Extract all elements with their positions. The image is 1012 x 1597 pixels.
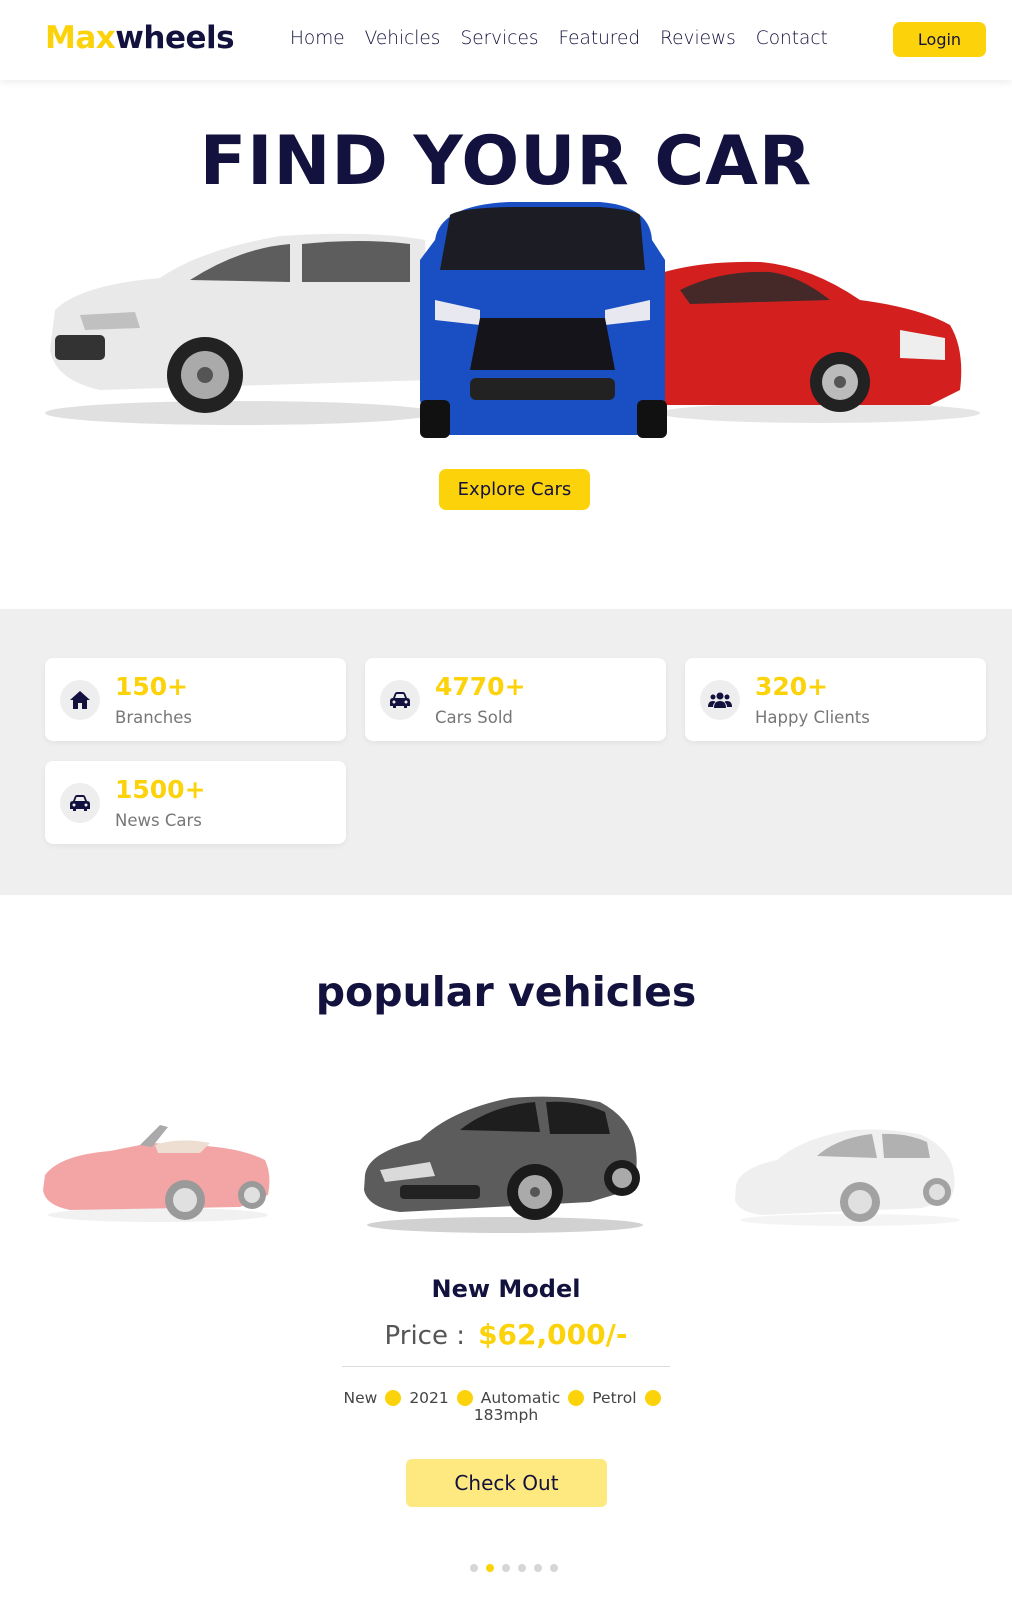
car-icon: [60, 783, 100, 823]
section-title-part1: popular: [315, 968, 494, 1016]
logo-part-wheels: wheels: [115, 20, 235, 56]
price-value: $62,000/-: [478, 1318, 628, 1351]
site-header: Maxwheels Home Vehicles Services Feature…: [0, 0, 1012, 80]
price-label: Price :: [384, 1321, 465, 1351]
car-slide-next[interactable]: [732, 1120, 967, 1230]
spec-transmission: Automatic: [480, 1389, 561, 1407]
check-out-button[interactable]: Check Out: [406, 1459, 607, 1507]
vehicle-specs: New 2021 Automatic Petrol 183mph: [342, 1390, 670, 1424]
login-button[interactable]: Login: [893, 22, 986, 57]
stat-label: Branches: [115, 708, 192, 727]
nav-featured[interactable]: Featured: [558, 28, 640, 49]
stat-value: 320+: [755, 672, 829, 701]
stat-label: News Cars: [115, 811, 202, 830]
stat-card-happy-clients: 320+ Happy Clients: [685, 658, 986, 741]
hero-title: FIND YOUR CAR: [199, 122, 813, 201]
vehicle-price-row: Price : $62,000/-: [0, 1318, 1012, 1351]
pagination-dot[interactable]: [518, 1564, 526, 1572]
stats-section: 150+ Branches 4770+ Cars Sold 320+ Happy…: [0, 609, 1012, 895]
explore-cars-button[interactable]: Explore Cars: [439, 469, 590, 510]
stat-label: Cars Sold: [435, 708, 513, 727]
car-slide-prev[interactable]: [40, 1115, 275, 1225]
section-title-part2: vehicles: [507, 968, 697, 1016]
car-icon: [380, 680, 420, 720]
logo[interactable]: Maxwheels: [45, 20, 235, 56]
hero-cars-image: [45, 202, 980, 438]
home-icon: [60, 680, 100, 720]
nav-services[interactable]: Services: [460, 28, 538, 49]
blue-suv-icon: [420, 202, 667, 438]
pagination-dot[interactable]: [470, 1564, 478, 1572]
spec-fuel: Petrol: [592, 1389, 637, 1407]
spec-year: 2021: [409, 1389, 449, 1407]
nav-reviews[interactable]: Reviews: [660, 28, 736, 49]
pagination-dot-active[interactable]: [486, 1564, 494, 1572]
stat-value: 4770+: [435, 672, 526, 701]
white-suv-icon: [50, 233, 430, 413]
stat-card-branches: 150+ Branches: [45, 658, 346, 741]
stat-card-cars-sold: 4770+ Cars Sold: [365, 658, 666, 741]
spec-dot-icon: [385, 1390, 402, 1406]
red-sedan-icon: [630, 261, 962, 412]
spec-dot-icon: [456, 1390, 473, 1406]
pagination-dot[interactable]: [534, 1564, 542, 1572]
spec-dot-icon: [644, 1390, 661, 1406]
stat-card-news-cars: 1500+ News Cars: [45, 761, 346, 844]
divider: [342, 1366, 670, 1367]
stat-value: 1500+: [115, 775, 206, 804]
spec-dot-icon: [568, 1390, 585, 1406]
carousel-pagination: [470, 1564, 558, 1572]
pagination-dot[interactable]: [502, 1564, 510, 1572]
nav-vehicles[interactable]: Vehicles: [365, 28, 441, 49]
vehicle-model-name: New Model: [431, 1275, 581, 1303]
logo-part-max: Max: [45, 20, 116, 56]
spec-top-speed: 183mph: [473, 1406, 539, 1424]
pagination-dot[interactable]: [550, 1564, 558, 1572]
nav-contact[interactable]: Contact: [756, 28, 828, 49]
spec-condition: New: [343, 1389, 378, 1407]
section-title: popular vehicles: [0, 968, 1012, 1016]
car-slide-active[interactable]: [360, 1090, 645, 1235]
main-nav: Home Vehicles Services Featured Reviews …: [290, 28, 848, 49]
stat-value: 150+: [115, 672, 189, 701]
users-icon: [700, 680, 740, 720]
stat-label: Happy Clients: [755, 708, 870, 727]
nav-home[interactable]: Home: [290, 28, 345, 49]
